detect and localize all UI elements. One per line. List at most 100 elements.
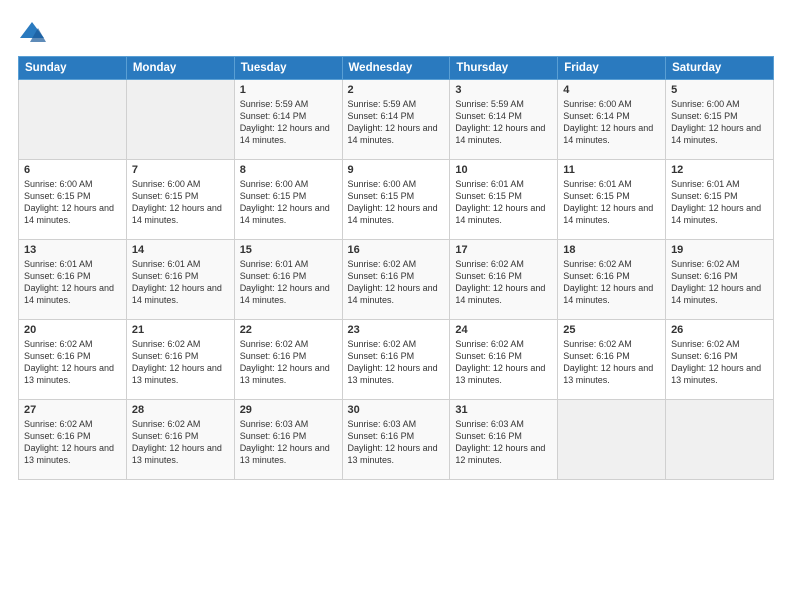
week-row-0: 1 Sunrise: 5:59 AM Sunset: 6:14 PM Daylig… [19,80,774,160]
day-info: Sunrise: 6:02 AM Sunset: 6:16 PM Dayligh… [671,338,768,387]
day-cell: 12 Sunrise: 6:01 AM Sunset: 6:15 PM Dayli… [666,160,774,240]
day-number: 31 [455,404,552,416]
day-cell: 20 Sunrise: 6:02 AM Sunset: 6:16 PM Dayli… [19,320,127,400]
day-info: Sunrise: 6:02 AM Sunset: 6:16 PM Dayligh… [563,258,660,307]
day-number: 26 [671,324,768,336]
day-info: Sunrise: 6:02 AM Sunset: 6:16 PM Dayligh… [24,418,121,467]
day-number: 9 [348,164,445,176]
day-cell: 18 Sunrise: 6:02 AM Sunset: 6:16 PM Dayli… [558,240,666,320]
col-header-wednesday: Wednesday [342,57,450,80]
day-cell: 9 Sunrise: 6:00 AM Sunset: 6:15 PM Daylig… [342,160,450,240]
day-cell: 29 Sunrise: 6:03 AM Sunset: 6:16 PM Dayli… [234,400,342,480]
day-cell [666,400,774,480]
col-header-tuesday: Tuesday [234,57,342,80]
day-number: 7 [132,164,229,176]
day-cell: 7 Sunrise: 6:00 AM Sunset: 6:15 PM Daylig… [126,160,234,240]
logo [18,18,50,46]
day-cell: 19 Sunrise: 6:02 AM Sunset: 6:16 PM Dayli… [666,240,774,320]
day-number: 1 [240,84,337,96]
day-cell: 23Sunrise: 6:02 AM Sunset: 6:16 PM Dayli… [342,320,450,400]
day-info: Sunrise: 6:01 AM Sunset: 6:16 PM Dayligh… [132,258,229,307]
day-number: 11 [563,164,660,176]
day-cell: 26 Sunrise: 6:02 AM Sunset: 6:16 PM Dayli… [666,320,774,400]
day-info: Sunrise: 6:01 AM Sunset: 6:15 PM Dayligh… [563,178,660,227]
day-info: Sunrise: 6:03 AM Sunset: 6:16 PM Dayligh… [455,418,552,467]
day-info: Sunrise: 5:59 AM Sunset: 6:14 PM Dayligh… [455,98,552,147]
day-cell: 30Sunrise: 6:03 AM Sunset: 6:16 PM Dayli… [342,400,450,480]
day-cell: 15 Sunrise: 6:01 AM Sunset: 6:16 PM Dayli… [234,240,342,320]
day-cell: 17Sunrise: 6:02 AM Sunset: 6:16 PM Dayli… [450,240,558,320]
day-cell: 27 Sunrise: 6:02 AM Sunset: 6:16 PM Dayli… [19,400,127,480]
day-cell: 24 Sunrise: 6:02 AM Sunset: 6:16 PM Dayli… [450,320,558,400]
day-info: Sunrise: 6:00 AM Sunset: 6:15 PM Dayligh… [348,178,445,227]
day-number: 28 [132,404,229,416]
day-number: 24 [455,324,552,336]
day-cell: 6 Sunrise: 6:00 AM Sunset: 6:15 PM Daylig… [19,160,127,240]
week-row-4: 27 Sunrise: 6:02 AM Sunset: 6:16 PM Dayli… [19,400,774,480]
day-number: 2 [348,84,445,96]
day-number: 17 [455,244,552,256]
day-cell: 8Sunrise: 6:00 AM Sunset: 6:15 PM Daylig… [234,160,342,240]
day-cell: 25 Sunrise: 6:02 AM Sunset: 6:16 PM Dayli… [558,320,666,400]
day-info: Sunrise: 6:02 AM Sunset: 6:16 PM Dayligh… [348,338,445,387]
calendar-header-row: SundayMondayTuesdayWednesdayThursdayFrid… [19,57,774,80]
day-cell: 13 Sunrise: 6:01 AM Sunset: 6:16 PM Dayli… [19,240,127,320]
day-cell [19,80,127,160]
day-info: Sunrise: 6:03 AM Sunset: 6:16 PM Dayligh… [348,418,445,467]
day-number: 18 [563,244,660,256]
day-cell: 11 Sunrise: 6:01 AM Sunset: 6:15 PM Dayli… [558,160,666,240]
day-number: 12 [671,164,768,176]
day-info: Sunrise: 6:01 AM Sunset: 6:15 PM Dayligh… [671,178,768,227]
day-number: 27 [24,404,121,416]
day-info: Sunrise: 6:00 AM Sunset: 6:15 PM Dayligh… [132,178,229,227]
day-info: Sunrise: 6:02 AM Sunset: 6:16 PM Dayligh… [240,338,337,387]
day-info: Sunrise: 6:02 AM Sunset: 6:16 PM Dayligh… [348,258,445,307]
day-info: Sunrise: 6:02 AM Sunset: 6:16 PM Dayligh… [132,418,229,467]
day-cell [558,400,666,480]
day-info: Sunrise: 6:02 AM Sunset: 6:16 PM Dayligh… [24,338,121,387]
day-cell: 1 Sunrise: 5:59 AM Sunset: 6:14 PM Daylig… [234,80,342,160]
day-number: 21 [132,324,229,336]
day-cell: 2 Sunrise: 5:59 AM Sunset: 6:14 PM Daylig… [342,80,450,160]
day-number: 19 [671,244,768,256]
day-info: Sunrise: 6:01 AM Sunset: 6:16 PM Dayligh… [24,258,121,307]
day-cell: 5 Sunrise: 6:00 AM Sunset: 6:15 PM Daylig… [666,80,774,160]
day-number: 14 [132,244,229,256]
header [18,18,774,46]
day-number: 20 [24,324,121,336]
logo-icon [18,18,46,46]
day-info: Sunrise: 6:02 AM Sunset: 6:16 PM Dayligh… [455,338,552,387]
day-info: Sunrise: 6:00 AM Sunset: 6:15 PM Dayligh… [24,178,121,227]
day-info: Sunrise: 6:03 AM Sunset: 6:16 PM Dayligh… [240,418,337,467]
day-cell: 4Sunrise: 6:00 AM Sunset: 6:14 PM Daylig… [558,80,666,160]
day-info: Sunrise: 6:00 AM Sunset: 6:15 PM Dayligh… [671,98,768,147]
day-number: 29 [240,404,337,416]
col-header-thursday: Thursday [450,57,558,80]
day-info: Sunrise: 6:02 AM Sunset: 6:16 PM Dayligh… [671,258,768,307]
day-info: Sunrise: 5:59 AM Sunset: 6:14 PM Dayligh… [348,98,445,147]
day-number: 10 [455,164,552,176]
day-number: 15 [240,244,337,256]
day-number: 22 [240,324,337,336]
day-number: 16 [348,244,445,256]
day-number: 3 [455,84,552,96]
col-header-monday: Monday [126,57,234,80]
day-info: Sunrise: 6:01 AM Sunset: 6:16 PM Dayligh… [240,258,337,307]
day-cell: 14 Sunrise: 6:01 AM Sunset: 6:16 PM Dayli… [126,240,234,320]
day-cell: 22 Sunrise: 6:02 AM Sunset: 6:16 PM Dayli… [234,320,342,400]
day-info: Sunrise: 5:59 AM Sunset: 6:14 PM Dayligh… [240,98,337,147]
day-cell: 3 Sunrise: 5:59 AM Sunset: 6:14 PM Daylig… [450,80,558,160]
day-number: 25 [563,324,660,336]
day-cell: 31 Sunrise: 6:03 AM Sunset: 6:16 PM Dayli… [450,400,558,480]
day-info: Sunrise: 6:00 AM Sunset: 6:14 PM Dayligh… [563,98,660,147]
day-number: 5 [671,84,768,96]
col-header-friday: Friday [558,57,666,80]
day-cell: 10 Sunrise: 6:01 AM Sunset: 6:15 PM Dayli… [450,160,558,240]
day-number: 13 [24,244,121,256]
day-info: Sunrise: 6:02 AM Sunset: 6:16 PM Dayligh… [563,338,660,387]
day-info: Sunrise: 6:01 AM Sunset: 6:15 PM Dayligh… [455,178,552,227]
col-header-sunday: Sunday [19,57,127,80]
day-cell: 16 Sunrise: 6:02 AM Sunset: 6:16 PM Dayli… [342,240,450,320]
day-number: 6 [24,164,121,176]
week-row-2: 13 Sunrise: 6:01 AM Sunset: 6:16 PM Dayli… [19,240,774,320]
